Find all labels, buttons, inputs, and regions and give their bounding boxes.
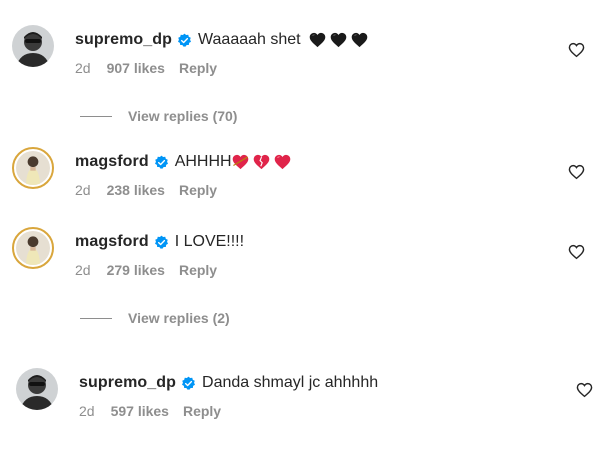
view-replies-label: View replies (70) xyxy=(128,108,238,124)
comment-item: magsford AHHHH 2d 238 likes Reply xyxy=(0,147,600,207)
avatar-image-icon xyxy=(16,151,50,185)
heart-outline-icon[interactable] xyxy=(576,382,593,398)
avatar[interactable] xyxy=(12,227,54,269)
reply-button[interactable]: Reply xyxy=(179,60,217,76)
black-heart-icon xyxy=(330,32,347,48)
comment-age: 2d xyxy=(75,262,91,278)
avatar[interactable] xyxy=(16,368,58,410)
heart-with-arrow-icon xyxy=(232,154,249,170)
likes-count[interactable]: 238 likes xyxy=(107,182,165,198)
avatar-image-icon xyxy=(16,231,50,265)
reply-button[interactable]: Reply xyxy=(179,182,217,198)
likes-count[interactable]: 597 likes xyxy=(111,403,169,419)
view-replies-button[interactable]: View replies (2) xyxy=(80,309,230,327)
comment-item: supremo_dp Waaaaah shet 2d 907 likes Rep… xyxy=(0,25,600,85)
comment-age: 2d xyxy=(75,60,91,76)
heart-outline-icon[interactable] xyxy=(568,42,585,58)
reply-button[interactable]: Reply xyxy=(183,403,221,419)
comment-meta: 2d 597 likes Reply xyxy=(79,403,221,419)
view-replies-button[interactable]: View replies (70) xyxy=(80,107,237,125)
avatar-image-icon xyxy=(16,368,58,410)
black-heart-icon xyxy=(309,32,326,48)
comment-meta: 2d 279 likes Reply xyxy=(75,262,217,278)
likes-count[interactable]: 279 likes xyxy=(107,262,165,278)
verified-badge-icon xyxy=(154,235,169,250)
broken-heart-icon xyxy=(253,154,270,170)
comment-meta: 2d 238 likes Reply xyxy=(75,182,217,198)
red-heart-icon xyxy=(274,154,291,170)
comment-item: magsford I LOVE!!!! 2d 279 likes Reply xyxy=(0,227,600,287)
comment-header: magsford AHHHH xyxy=(75,151,291,173)
comment-header: supremo_dp Danda shmayl jc ahhhhh xyxy=(79,372,378,394)
comment-item: supremo_dp Danda shmayl jc ahhhhh 2d 597… xyxy=(0,368,600,428)
verified-badge-icon xyxy=(177,33,192,48)
comment-header: magsford I LOVE!!!! xyxy=(75,231,244,253)
avatar[interactable] xyxy=(12,25,54,67)
username-link[interactable]: magsford xyxy=(75,153,149,171)
comment-header: supremo_dp Waaaaah shet xyxy=(75,29,368,51)
divider xyxy=(80,317,112,319)
view-replies-label: View replies (2) xyxy=(128,310,230,326)
avatar[interactable] xyxy=(12,147,54,189)
verified-badge-icon xyxy=(181,376,196,391)
heart-outline-icon[interactable] xyxy=(568,244,585,260)
comment-age: 2d xyxy=(75,182,91,198)
comment-age: 2d xyxy=(79,403,95,419)
username-link[interactable]: magsford xyxy=(75,233,149,251)
comment-text: Danda shmayl jc ahhhhh xyxy=(202,374,379,391)
comment-meta: 2d 907 likes Reply xyxy=(75,60,217,76)
verified-badge-icon xyxy=(154,155,169,170)
username-link[interactable]: supremo_dp xyxy=(75,31,172,49)
heart-outline-icon[interactable] xyxy=(568,164,585,180)
avatar-image-icon xyxy=(12,25,54,67)
divider xyxy=(80,115,112,117)
black-heart-icon xyxy=(351,32,368,48)
comment-text: Waaaaah shet xyxy=(198,31,301,48)
likes-count[interactable]: 907 likes xyxy=(107,60,165,76)
comment-text: AHHHH xyxy=(174,153,232,170)
username-link[interactable]: supremo_dp xyxy=(79,374,176,392)
comment-text: I LOVE!!!! xyxy=(174,233,245,250)
reply-button[interactable]: Reply xyxy=(179,262,217,278)
